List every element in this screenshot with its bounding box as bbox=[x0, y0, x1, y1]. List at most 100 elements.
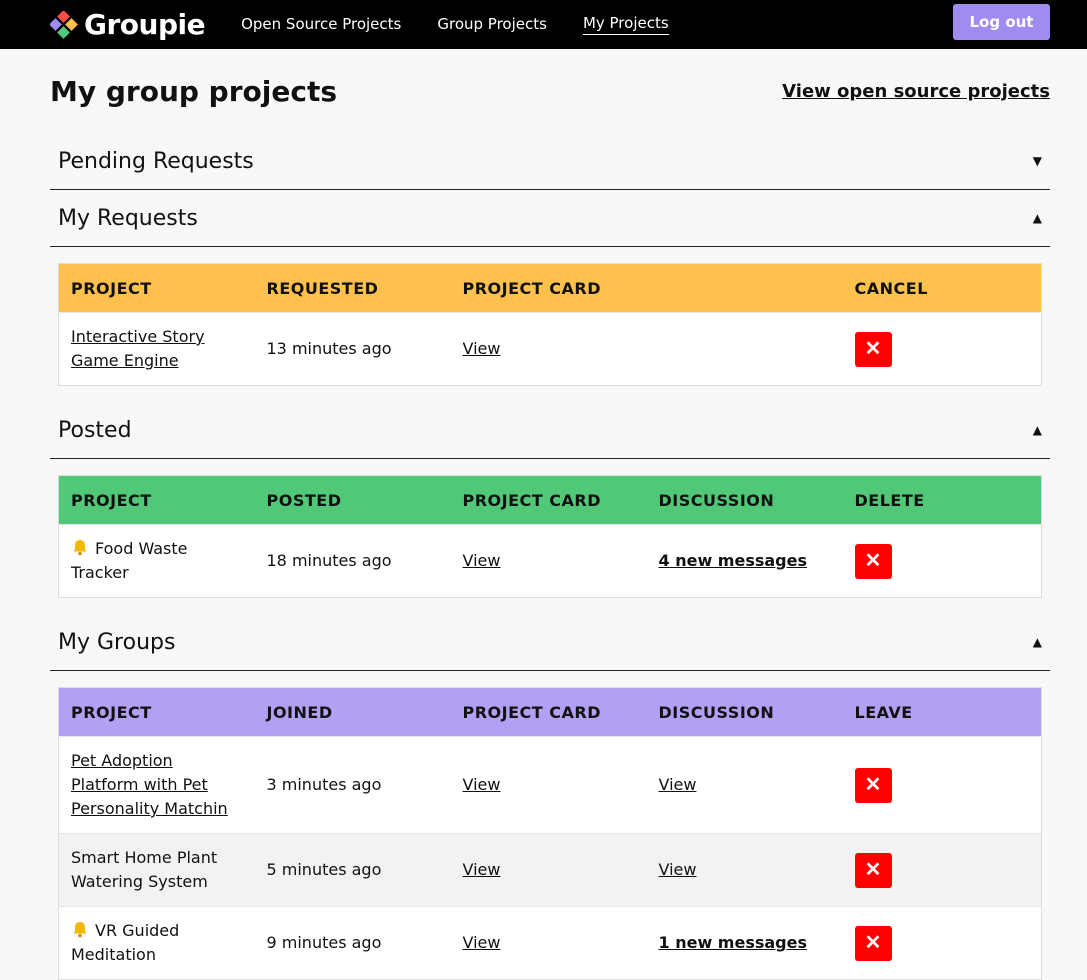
project-cell: Smart Home Plant Watering System bbox=[58, 833, 255, 907]
delete-button[interactable]: ✕ bbox=[854, 543, 892, 579]
table-row: Smart Home Plant Watering System 5 minut… bbox=[58, 833, 1042, 907]
column-header: DELETE bbox=[842, 475, 1042, 525]
table-header-row: PROJECT POSTED PROJECT CARD DISCUSSION D… bbox=[58, 475, 1042, 525]
groups-table-wrap: PROJECT JOINED PROJECT CARD DISCUSSION L… bbox=[58, 687, 1042, 980]
time-cell: 5 minutes ago bbox=[254, 833, 451, 907]
project-cell: Interactive Story Game Engine bbox=[58, 312, 255, 386]
close-icon: ✕ bbox=[864, 859, 882, 881]
column-header: JOINED bbox=[254, 687, 451, 737]
card-cell: View bbox=[450, 524, 647, 598]
discussion-cell: View bbox=[646, 833, 843, 907]
action-cell: ✕ bbox=[842, 906, 1042, 980]
discussion-cell: 4 new messages bbox=[646, 524, 843, 598]
discussion-cell: View bbox=[646, 736, 843, 834]
column-header: LEAVE bbox=[842, 687, 1042, 737]
cancel-button[interactable]: ✕ bbox=[854, 331, 892, 367]
action-cell: ✕ bbox=[842, 833, 1042, 907]
brand[interactable]: Groupie bbox=[50, 8, 206, 41]
view-open-source-link[interactable]: View open source projects bbox=[782, 81, 1050, 102]
groups-table: PROJECT JOINED PROJECT CARD DISCUSSION L… bbox=[58, 687, 1042, 980]
caret-up-icon[interactable]: ▲ bbox=[1033, 423, 1042, 437]
close-icon: ✕ bbox=[864, 550, 882, 572]
section-my-requests: My Requests ▲ bbox=[50, 190, 1050, 247]
caret-up-icon[interactable]: ▲ bbox=[1033, 635, 1042, 649]
card-cell: View bbox=[450, 312, 647, 386]
project-link[interactable]: Interactive Story Game Engine bbox=[71, 327, 205, 370]
project-cell: VR Guided Meditation bbox=[58, 906, 255, 980]
time-cell: 13 minutes ago bbox=[254, 312, 451, 386]
bell-icon bbox=[73, 922, 87, 938]
section-header-pending[interactable]: Pending Requests ▼ bbox=[50, 133, 1050, 189]
column-header: PROJECT CARD bbox=[450, 687, 647, 737]
posted-table: PROJECT POSTED PROJECT CARD DISCUSSION D… bbox=[58, 475, 1042, 598]
page-title: My group projects bbox=[50, 74, 337, 108]
project-card-link[interactable]: View bbox=[463, 339, 501, 358]
section-my-groups: My Groups ▲ bbox=[50, 614, 1050, 671]
time-cell: 3 minutes ago bbox=[254, 736, 451, 834]
column-header: DISCUSSION bbox=[646, 475, 843, 525]
nav-link-group-projects[interactable]: Group Projects bbox=[437, 15, 547, 35]
project-cell: Pet Adoption Platform with Pet Personali… bbox=[58, 736, 255, 834]
section-header-posted[interactable]: Posted ▲ bbox=[50, 402, 1050, 458]
leave-button[interactable]: ✕ bbox=[854, 852, 892, 888]
time-cell: 9 minutes ago bbox=[254, 906, 451, 980]
requests-table-wrap: PROJECT REQUESTED PROJECT CARD CANCEL In… bbox=[58, 263, 1042, 386]
close-icon: ✕ bbox=[864, 338, 882, 360]
posted-table-wrap: PROJECT POSTED PROJECT CARD DISCUSSION D… bbox=[58, 475, 1042, 598]
section-header-groups[interactable]: My Groups ▲ bbox=[50, 614, 1050, 670]
card-cell: View bbox=[450, 906, 647, 980]
project-link[interactable]: Pet Adoption Platform with Pet Personali… bbox=[71, 751, 228, 818]
page-header: My group projects View open source proje… bbox=[50, 49, 1050, 133]
table-header-row: PROJECT REQUESTED PROJECT CARD CANCEL bbox=[58, 263, 1042, 313]
close-icon: ✕ bbox=[864, 774, 882, 796]
table-row: Interactive Story Game Engine 13 minutes… bbox=[58, 312, 1042, 386]
discussion-link[interactable]: 4 new messages bbox=[659, 551, 808, 570]
bell-icon bbox=[73, 540, 87, 556]
table-row: Pet Adoption Platform with Pet Personali… bbox=[58, 736, 1042, 834]
project-cell: Food Waste Tracker bbox=[58, 524, 255, 598]
discussion-cell: 1 new messages bbox=[646, 906, 843, 980]
column-header: POSTED bbox=[254, 475, 451, 525]
column-header bbox=[646, 263, 843, 313]
section-title: Posted bbox=[58, 417, 132, 443]
discussion-link[interactable]: View bbox=[659, 860, 697, 879]
column-header: PROJECT CARD bbox=[450, 263, 647, 313]
column-header: DISCUSSION bbox=[646, 687, 843, 737]
section-title: Pending Requests bbox=[58, 148, 254, 174]
leave-button[interactable]: ✕ bbox=[854, 767, 892, 803]
project-card-link[interactable]: View bbox=[463, 933, 501, 952]
section-title: My Requests bbox=[58, 205, 198, 231]
column-header: PROJECT bbox=[58, 475, 255, 525]
nav-link-open-source[interactable]: Open Source Projects bbox=[241, 15, 401, 35]
brand-name: Groupie bbox=[84, 8, 206, 41]
navbar: Groupie Open Source Projects Group Proje… bbox=[0, 0, 1087, 49]
project-card-link[interactable]: View bbox=[463, 860, 501, 879]
section-title: My Groups bbox=[58, 629, 176, 655]
section-pending-requests: Pending Requests ▼ bbox=[50, 133, 1050, 190]
logout-button[interactable]: Log out bbox=[953, 4, 1050, 40]
caret-down-icon[interactable]: ▼ bbox=[1033, 154, 1042, 168]
column-header: REQUESTED bbox=[254, 263, 451, 313]
card-cell: View bbox=[450, 736, 647, 834]
column-header: PROJECT bbox=[58, 687, 255, 737]
section-header-requests[interactable]: My Requests ▲ bbox=[50, 190, 1050, 246]
column-header: PROJECT CARD bbox=[450, 475, 647, 525]
table-header-row: PROJECT JOINED PROJECT CARD DISCUSSION L… bbox=[58, 687, 1042, 737]
caret-up-icon[interactable]: ▲ bbox=[1033, 211, 1042, 225]
project-card-link[interactable]: View bbox=[463, 551, 501, 570]
leave-button[interactable]: ✕ bbox=[854, 925, 892, 961]
discussion-link[interactable]: View bbox=[659, 775, 697, 794]
table-row: VR Guided Meditation 9 minutes ago View … bbox=[58, 906, 1042, 980]
table-row: Food Waste Tracker 18 minutes ago View 4… bbox=[58, 524, 1042, 598]
nav-link-my-projects[interactable]: My Projects bbox=[582, 14, 669, 35]
discussion-link[interactable]: 1 new messages bbox=[659, 933, 808, 952]
section-posted: Posted ▲ bbox=[50, 402, 1050, 459]
main-content: My group projects View open source proje… bbox=[0, 49, 1087, 980]
close-icon: ✕ bbox=[864, 932, 882, 954]
column-header: CANCEL bbox=[842, 263, 1042, 313]
action-cell: ✕ bbox=[842, 736, 1042, 834]
project-card-link[interactable]: View bbox=[463, 775, 501, 794]
empty-cell bbox=[646, 312, 843, 386]
action-cell: ✕ bbox=[842, 524, 1042, 598]
time-cell: 18 minutes ago bbox=[254, 524, 451, 598]
